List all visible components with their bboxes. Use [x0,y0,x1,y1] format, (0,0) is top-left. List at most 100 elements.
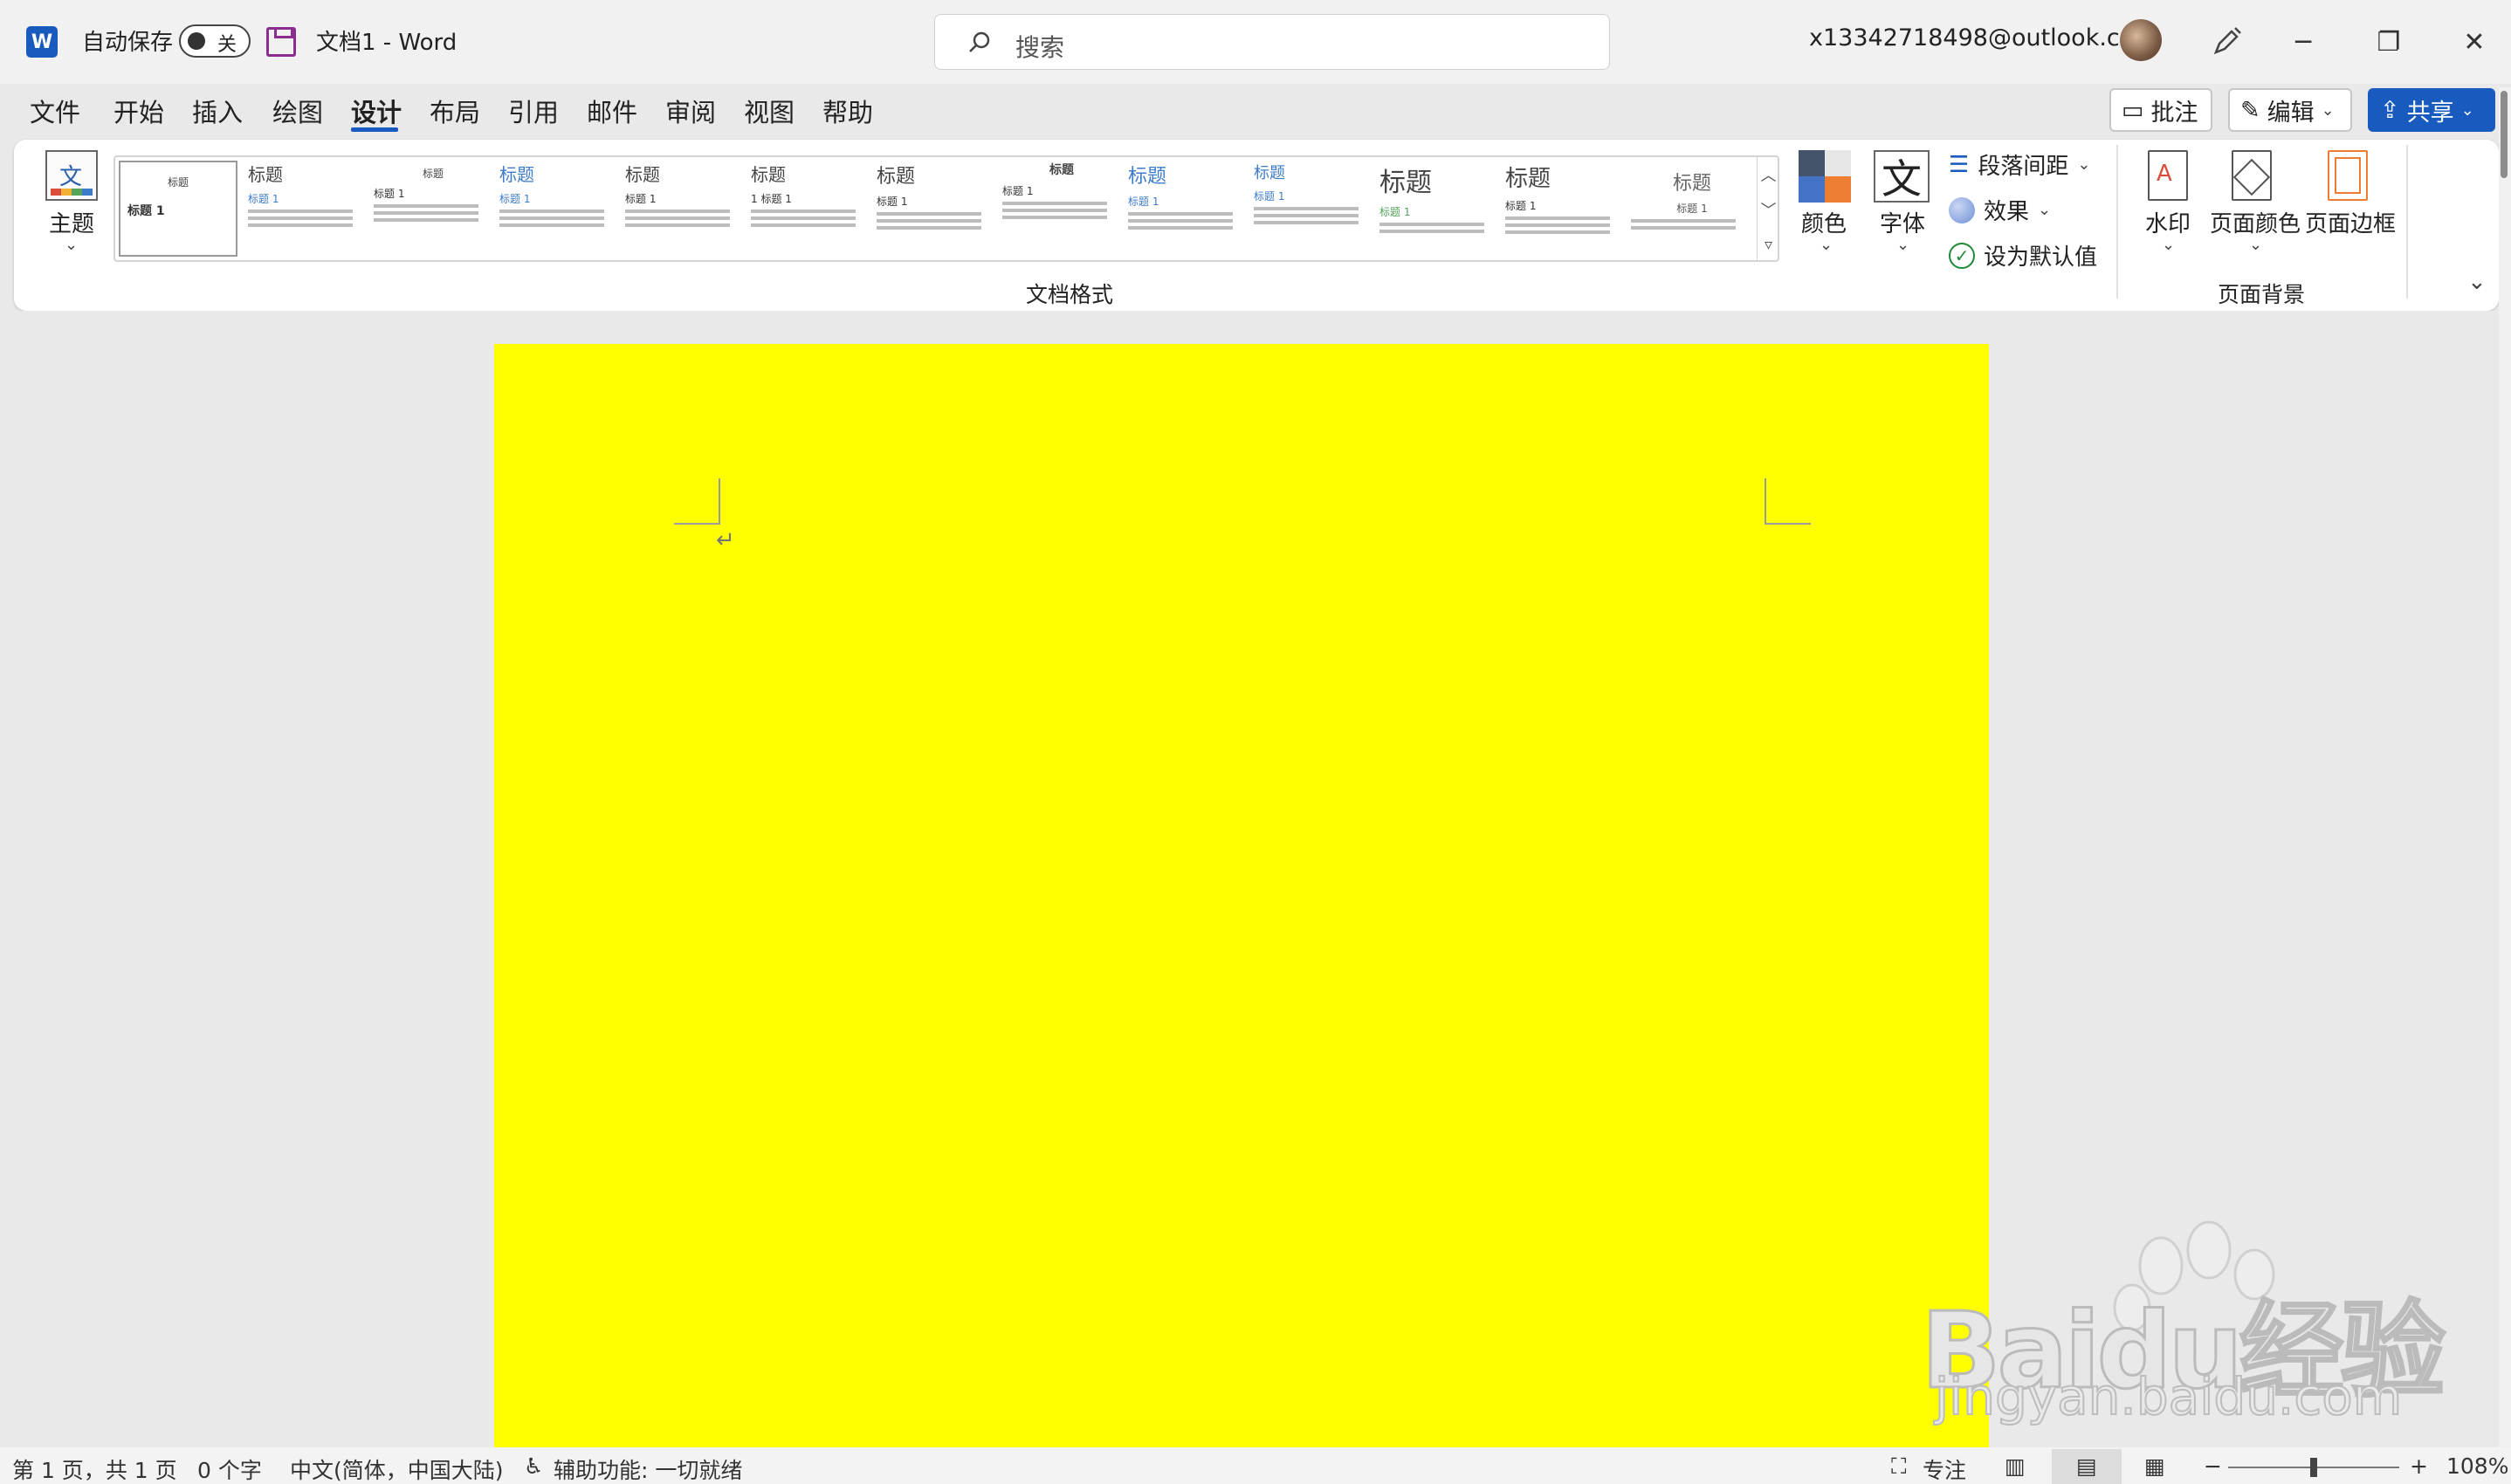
checkmark-icon: ✓ [1949,242,1975,269]
zoom-out-button[interactable]: − [2204,1453,2222,1479]
share-button[interactable]: ⇪ 共享 ⌄ [2368,88,2495,132]
gallery-scroll-down-icon[interactable]: ﹀ [1757,192,1779,227]
effects-icon [1949,196,1975,223]
comments-label: 批注 [2150,99,2198,127]
chevron-down-icon[interactable]: ⌄ [1896,236,1909,254]
save-icon[interactable] [266,27,296,57]
chevron-down-icon[interactable]: ⌄ [2162,236,2175,254]
tab-mailings[interactable]: 邮件 [587,93,637,129]
style-item[interactable]: 标题 标题 1 [625,161,744,257]
scrollbar-thumb[interactable] [2501,91,2508,178]
style-gallery[interactable]: 标题 标题 1 标题 标题 1 标题 标题 1 标题 标题 1 标题 标题 1 … [114,155,1779,262]
text-line [1254,214,1359,217]
comments-button[interactable]: ▭ 批注 [2109,88,2212,132]
effects-label: 效果 [1984,199,2030,225]
chevron-down-icon[interactable]: ⌄ [65,236,78,254]
page-color-button-label[interactable]: 页面颜色 [2210,206,2301,238]
tab-insert[interactable]: 插入 [192,93,243,129]
text-line [374,218,478,222]
tab-help[interactable]: 帮助 [822,93,873,129]
text-line [499,210,604,213]
focus-icon: ⛶ [1891,1453,1907,1479]
style-item[interactable]: 标题 1 标题 1 [751,161,870,257]
tab-view[interactable]: 视图 [744,93,795,129]
account-email[interactable]: x13342718498@outlook.com [1809,24,2157,52]
effects-button[interactable]: 效果 ⌄ [1949,194,2051,226]
web-layout-icon[interactable]: ▦ [2144,1453,2165,1479]
zoom-slider-knob[interactable] [2310,1458,2317,1477]
colors-button-label[interactable]: 颜色 [1801,206,1847,238]
avatar[interactable] [2120,19,2162,61]
style-subheading: 标题 1 [1676,203,1708,215]
theme-icon-glyph: 文 [59,164,83,190]
minimize-button[interactable]: ─ [2277,21,2329,63]
themes-button-label[interactable]: 主题 [49,206,94,238]
watermark-button-label[interactable]: 水印 [2145,206,2191,238]
text-line [1631,226,1736,230]
style-item[interactable]: 标题 标题 1 [374,161,492,257]
print-layout-icon: ▤ [2076,1453,2097,1479]
share-icon: ⇪ [2380,96,2400,124]
colors-icon[interactable] [1797,148,1853,204]
paragraph-spacing-button[interactable]: ☰ 段落间距 ⌄ [1949,148,2090,181]
style-item[interactable]: 标题 标题 1 [1128,161,1247,257]
collapse-ribbon-icon[interactable]: ⌄ [2467,269,2487,295]
restore-button[interactable]: ❐ [2363,21,2415,63]
style-item[interactable]: 标题 标题 1 [119,161,237,257]
chevron-down-icon[interactable]: ⌄ [2249,236,2262,254]
watermark-glyph: A [2157,161,2172,187]
style-heading: 标题 [1128,166,1167,188]
style-item[interactable]: 标题 标题 1 [248,161,367,257]
language-status[interactable]: 中文(简体，中国大陆) [290,1453,504,1484]
gallery-more-icon[interactable]: ▿ [1757,227,1779,262]
word-count[interactable]: 0 个字 [197,1453,262,1484]
tab-draw[interactable]: 绘图 [272,93,323,129]
style-item[interactable]: 标题 标题 1 [499,161,618,257]
watermark-icon[interactable]: A [2148,150,2188,201]
page-borders-icon[interactable] [2328,150,2368,201]
tab-home[interactable]: 开始 [114,93,164,129]
tab-design[interactable]: 设计 [351,93,402,129]
style-item[interactable]: 标题 标题 1 [1379,161,1498,257]
fonts-icon[interactable]: 文 [1874,150,1930,203]
style-item[interactable]: 标题 标题 1 [877,161,995,257]
fonts-button-label[interactable]: 字体 [1880,206,1925,238]
page-count[interactable]: 第 1 页，共 1 页 [12,1453,177,1484]
zoom-in-button[interactable]: + [2410,1453,2428,1479]
search-input[interactable]: 搜索 [934,14,1610,70]
designer-pen-icon[interactable] [2209,24,2244,59]
style-item[interactable]: 标题 标题 1 [1631,161,1753,257]
style-subheading: 标题 1 [1379,206,1411,218]
tab-file[interactable]: 文件 [30,93,80,129]
text-line [1505,223,1610,227]
read-mode-icon[interactable]: ▥ [2005,1453,2026,1479]
word-logo-icon: W [26,26,58,58]
focus-button[interactable]: 专注 [1923,1453,1966,1484]
chevron-down-icon[interactable]: ⌄ [1820,236,1833,254]
gallery-scroll-up-icon[interactable]: ︿ [1757,157,1779,192]
tab-layout[interactable]: 布局 [430,93,480,129]
page-color-icon[interactable] [2232,150,2272,201]
text-line [1631,219,1736,223]
autosave-toggle[interactable]: 关 [179,24,251,58]
text-line [374,211,478,215]
editing-button[interactable]: ✎ 编辑 ⌄ [2228,88,2352,132]
text-line [751,210,856,213]
margin-corner-top-right [1765,478,1811,525]
zoom-level[interactable]: 108% [2446,1453,2508,1479]
page-borders-button-label[interactable]: 页面边框 [2305,206,2396,238]
autosave-state: 关 [217,34,237,56]
set-as-default-label: 设为默认值 [1984,244,2098,271]
tab-review[interactable]: 审阅 [665,93,716,129]
set-as-default-button[interactable]: ✓ 设为默认值 [1949,239,2097,271]
text-line [625,210,730,213]
style-item[interactable]: 标题 标题 1 [1254,161,1372,257]
close-button[interactable]: ✕ [2448,21,2501,63]
tab-references[interactable]: 引用 [508,93,559,129]
style-item[interactable]: 标题 标题 1 [1505,161,1624,257]
pencil-icon: ✎ [2240,96,2260,124]
style-item[interactable]: 标题 标题 1 [1002,161,1121,257]
vertical-scrollbar[interactable] [2499,87,2511,1447]
accessibility-status[interactable]: 辅助功能: 一切就绪 [554,1453,742,1484]
themes-icon[interactable]: 文 [45,150,98,201]
